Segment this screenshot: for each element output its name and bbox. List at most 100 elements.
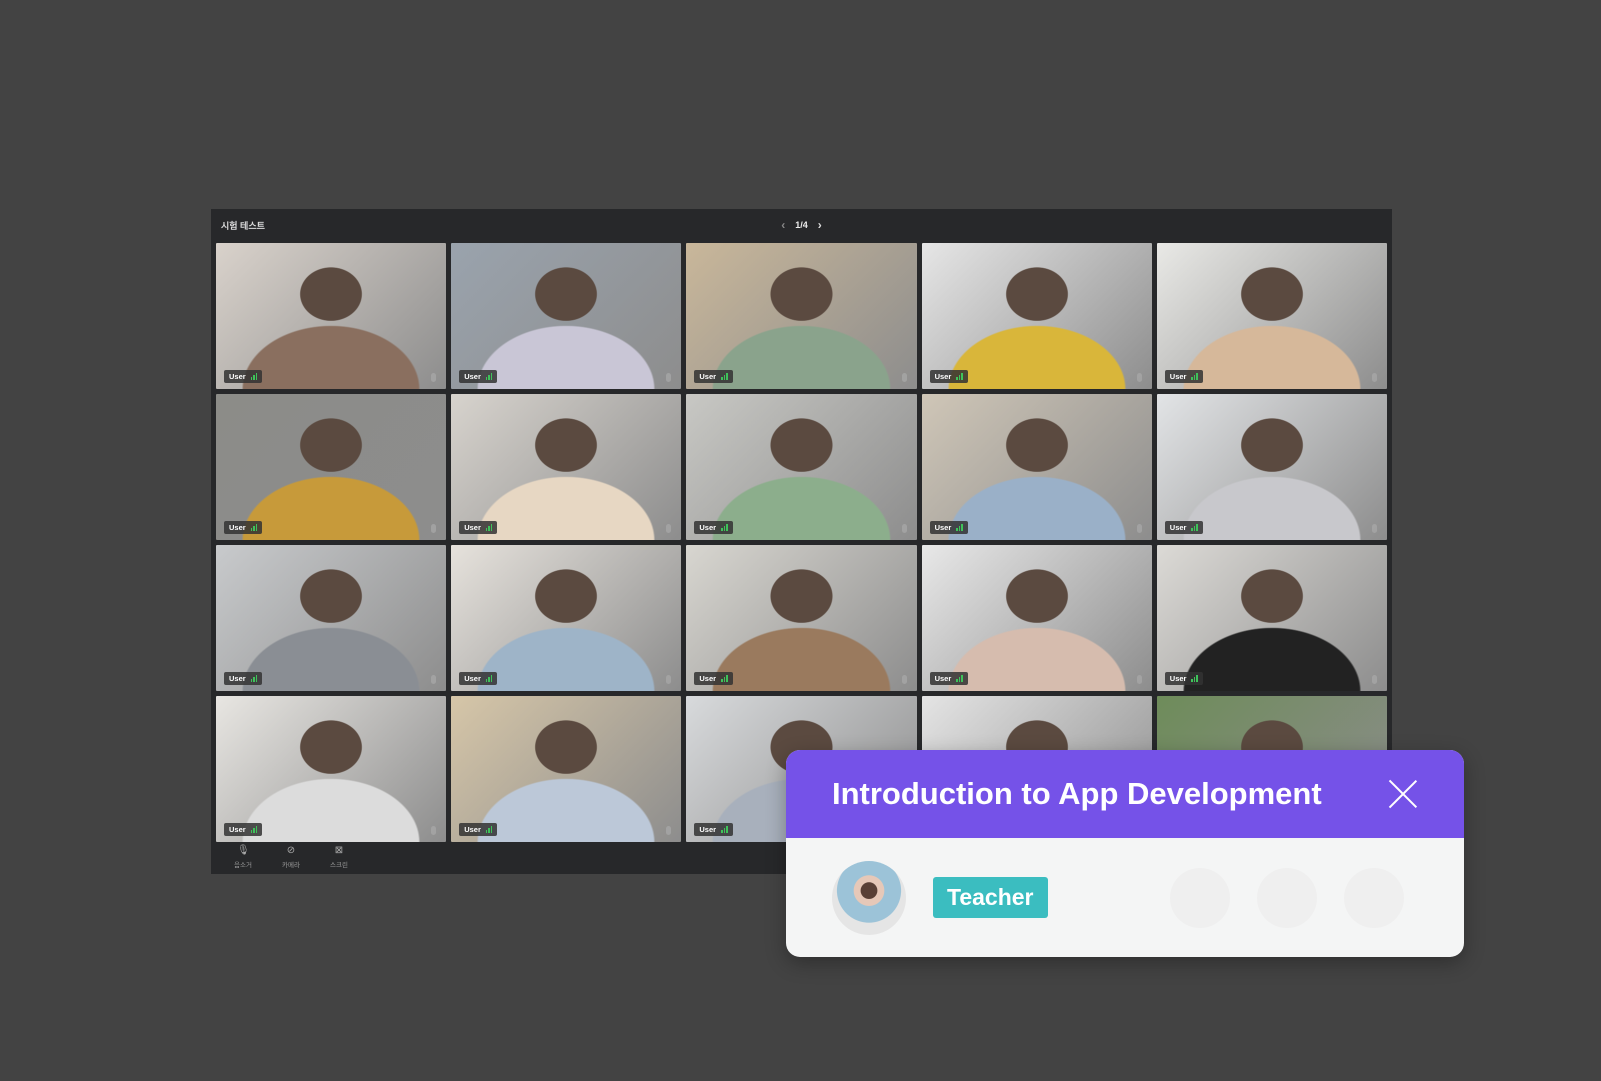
signal-icon (485, 524, 493, 531)
class-card: Introduction to App Development Teacher (786, 750, 1464, 957)
participant-label: User (224, 521, 263, 534)
teacher-avatar (832, 860, 906, 935)
class-title: Introduction to App Development (832, 776, 1322, 811)
video-tile[interactable]: User (216, 243, 447, 389)
participant-name: User (229, 372, 246, 381)
mic-icon (1136, 524, 1142, 533)
video-tile[interactable]: User (1156, 243, 1387, 389)
signal-icon (721, 524, 728, 531)
video-tile[interactable]: User (1156, 394, 1387, 540)
signal-icon (250, 373, 258, 380)
signal-icon (721, 373, 728, 380)
video-feed (921, 394, 1152, 540)
video-tile[interactable]: User (451, 545, 682, 691)
mic-icon (1371, 675, 1377, 684)
mic-icon (901, 524, 907, 533)
participant-placeholder (1170, 867, 1230, 928)
role-badge: Teacher (933, 877, 1048, 918)
signal-icon (485, 373, 493, 380)
class-card-body: Teacher (786, 838, 1464, 957)
video-tile[interactable]: User (686, 545, 917, 691)
participant-label: User (459, 672, 498, 685)
participant-label: User (694, 823, 733, 836)
video-tile[interactable]: User (216, 394, 447, 540)
camera-off-button[interactable]: ⊘ 카메라 (267, 845, 315, 869)
pager: ‹ 1/4 › (781, 218, 822, 232)
participant-placeholder (1257, 867, 1317, 928)
mic-icon (1371, 524, 1377, 533)
participant-placeholder (1344, 867, 1404, 928)
mic-icon (666, 524, 672, 533)
screen-off-button[interactable]: ⊠ 스크린 (315, 844, 363, 869)
mic-icon (666, 826, 672, 835)
video-tile[interactable]: User (921, 394, 1152, 540)
video-feed (216, 394, 447, 540)
signal-icon (250, 524, 258, 531)
mic-button[interactable]: 🎙 음소거 (219, 845, 267, 869)
participant-label: User (1164, 521, 1203, 534)
participant-name: User (699, 674, 717, 683)
signal-icon (485, 826, 493, 833)
video-tile[interactable]: User (921, 545, 1152, 691)
mic-icon (901, 675, 907, 684)
video-feed (451, 243, 682, 389)
signal-icon (1191, 675, 1198, 682)
video-feed (686, 243, 917, 389)
mic-icon (431, 675, 437, 684)
participant-name: User (229, 825, 246, 834)
participant-name: User (934, 372, 952, 381)
participant-name: User (934, 674, 952, 683)
participant-label: User (224, 370, 263, 383)
video-tile[interactable]: User (686, 394, 917, 540)
participant-label: User (694, 672, 733, 685)
class-card-header: Introduction to App Development (786, 750, 1464, 838)
video-feed (451, 394, 682, 540)
signal-icon (956, 675, 963, 682)
video-tile[interactable]: User (216, 545, 447, 691)
video-feed (216, 545, 447, 691)
video-feed (686, 394, 917, 540)
video-tile[interactable]: User (216, 696, 447, 842)
signal-icon (956, 524, 963, 531)
mic-icon (1136, 675, 1142, 684)
participant-name: User (934, 523, 952, 532)
signal-icon (250, 826, 258, 833)
signal-icon (956, 373, 963, 380)
video-tile[interactable]: User (451, 243, 682, 389)
video-feed (1156, 545, 1387, 691)
mic-icon (431, 524, 437, 533)
mic-icon (666, 373, 672, 382)
video-feed (451, 696, 682, 842)
participant-name: User (229, 674, 246, 683)
video-feed (216, 243, 447, 389)
screen-off-icon: ⊠ (334, 844, 344, 856)
toolbar-label: 스크린 (330, 861, 348, 869)
video-feed (216, 696, 447, 842)
top-bar: 시험 테스트 ‹ 1/4 › (211, 209, 1392, 241)
video-feed (1156, 394, 1387, 540)
participant-label: User (1164, 672, 1203, 685)
mic-icon (666, 675, 672, 684)
mic-icon (431, 373, 437, 382)
video-tile[interactable]: User (1156, 545, 1387, 691)
signal-icon (1191, 524, 1198, 531)
signal-icon (721, 826, 728, 833)
video-feed (921, 545, 1152, 691)
signal-icon (250, 675, 258, 682)
video-tile[interactable]: User (921, 243, 1152, 389)
signal-icon (1191, 373, 1198, 380)
participant-name: User (1169, 372, 1187, 381)
video-tile[interactable]: User (451, 696, 682, 842)
video-feed (451, 545, 682, 691)
close-icon[interactable] (1388, 779, 1418, 809)
signal-icon (485, 675, 493, 682)
participant-label: User (459, 823, 498, 836)
video-tile[interactable]: User (686, 243, 917, 389)
prev-page-icon[interactable]: ‹ (781, 218, 785, 232)
mic-icon (431, 826, 437, 835)
toolbar-label: 음소거 (234, 861, 252, 869)
next-page-icon[interactable]: › (818, 218, 822, 232)
participant-label: User (694, 370, 733, 383)
video-tile[interactable]: User (451, 394, 682, 540)
mic-icon (1136, 373, 1142, 382)
